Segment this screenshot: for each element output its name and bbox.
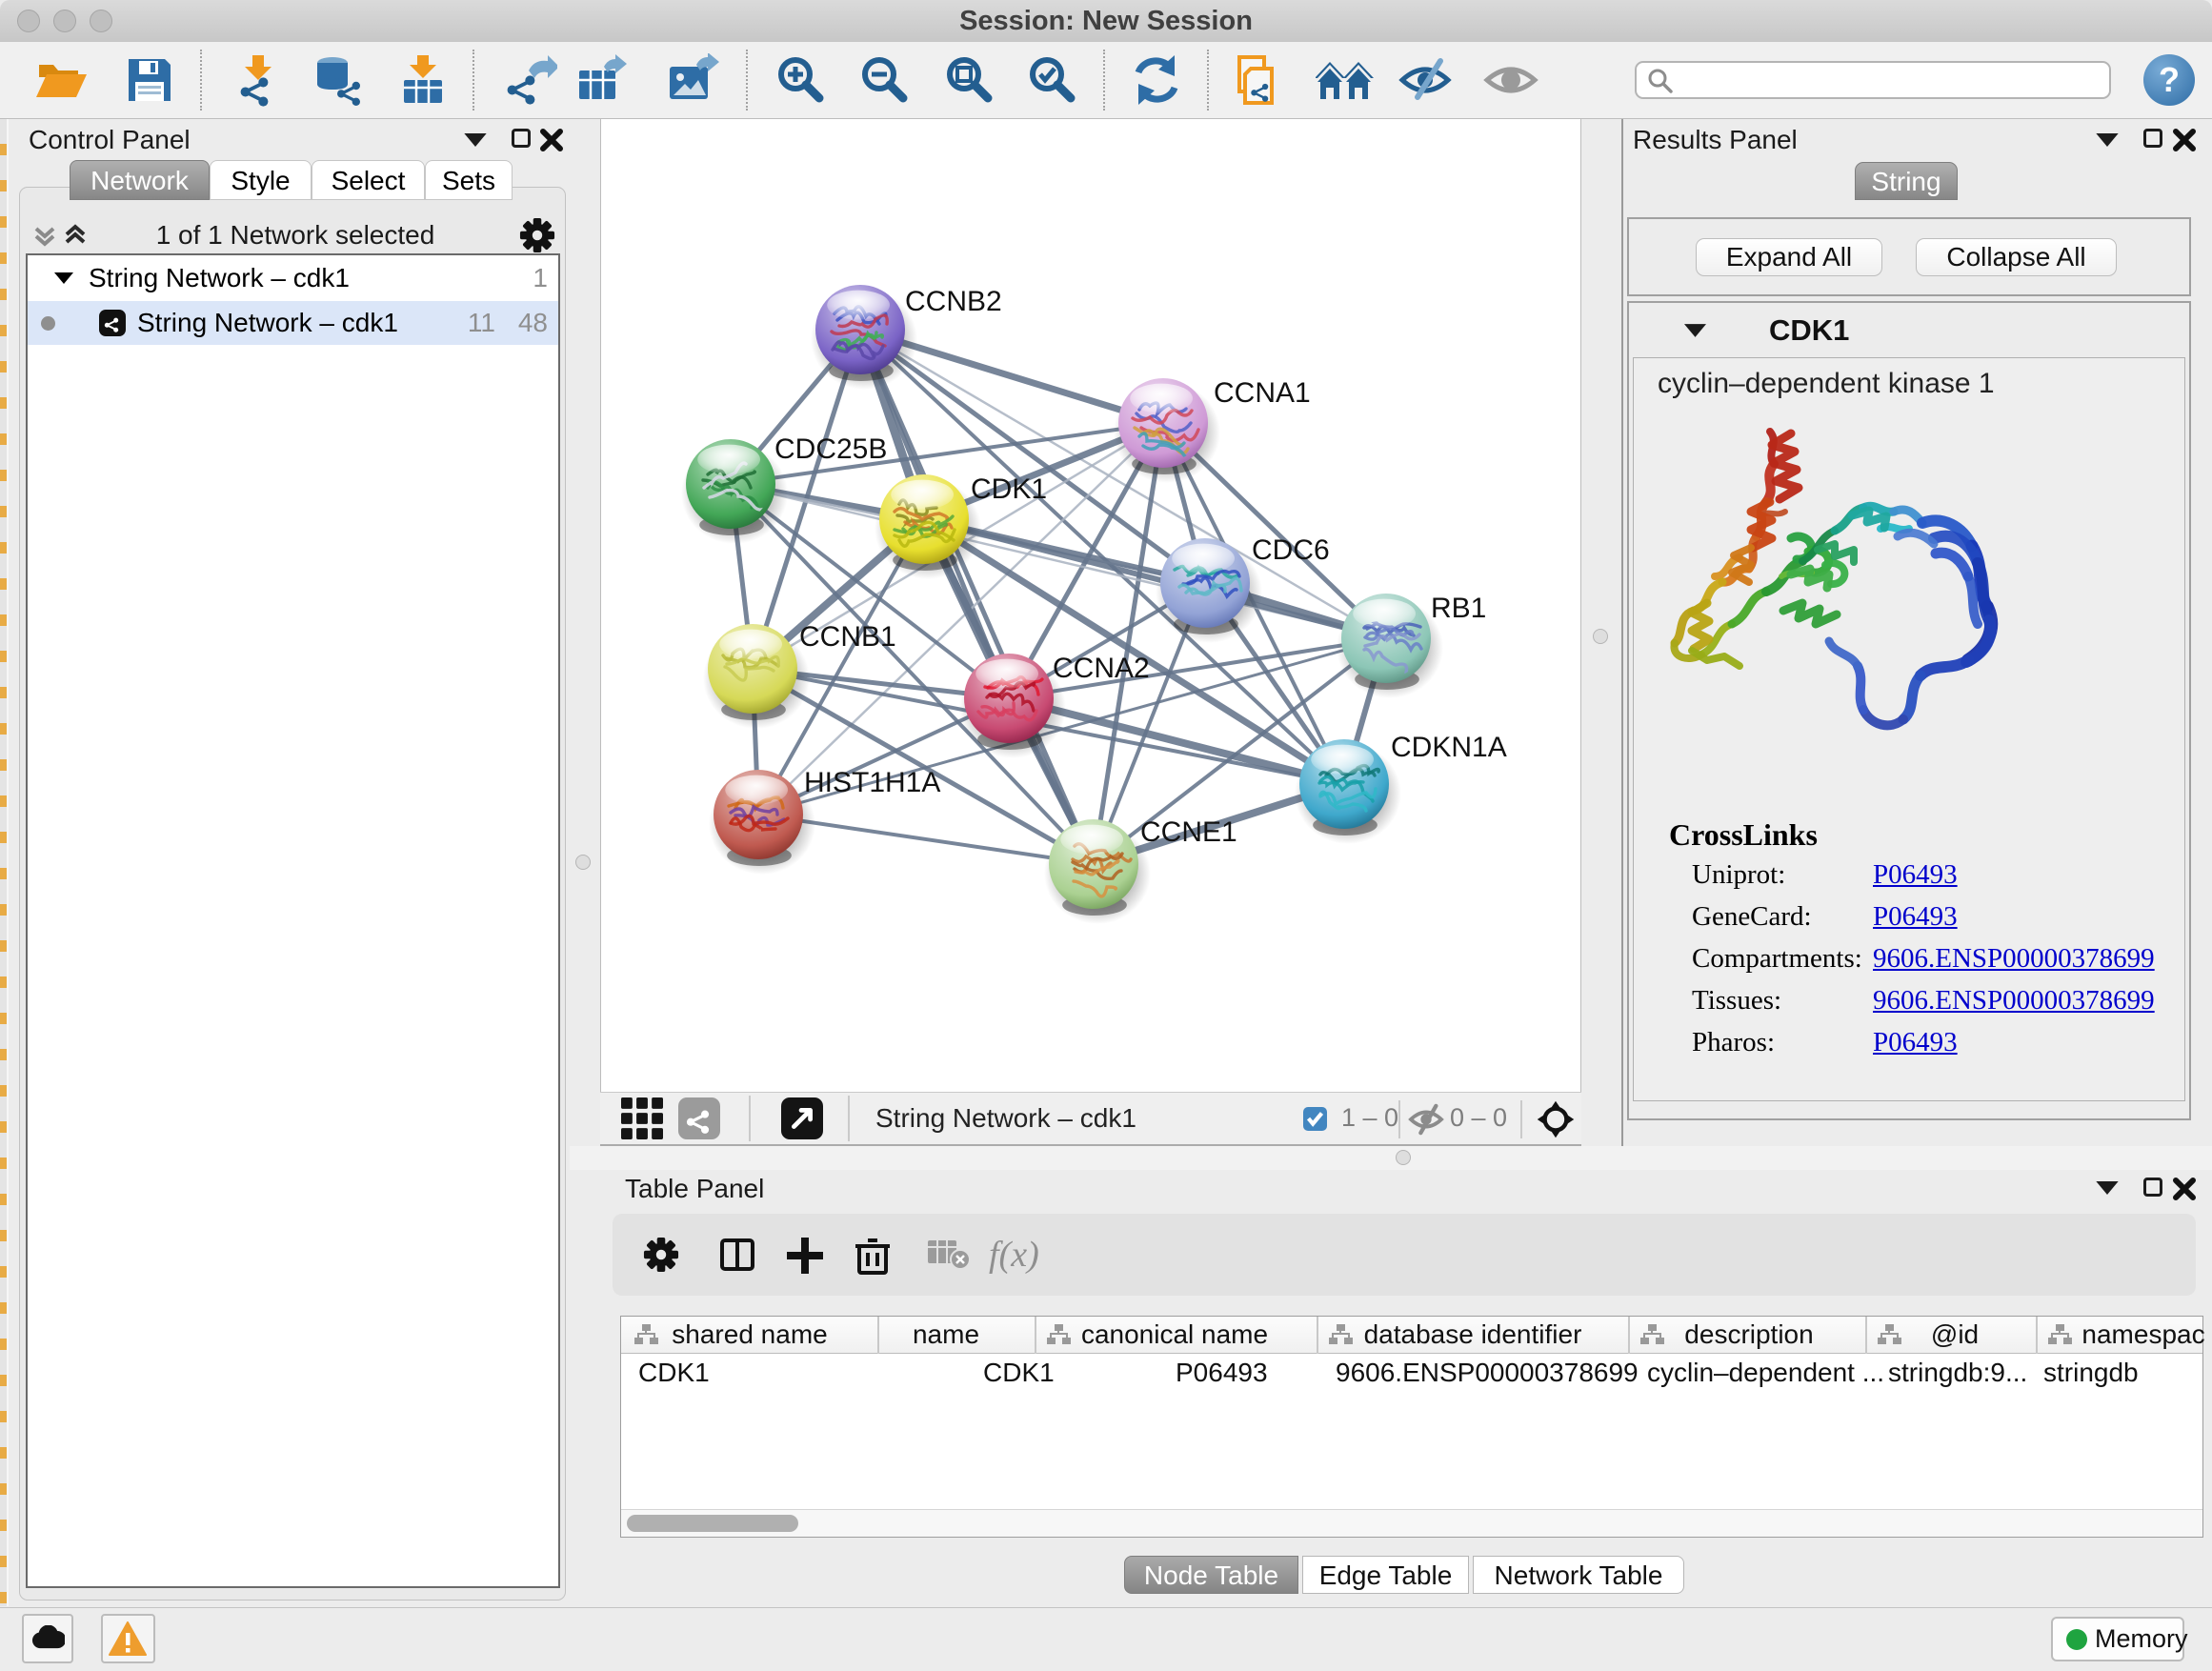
svg-text:CCNB2: CCNB2 bbox=[905, 286, 1002, 317]
svg-text:HIST1H1A: HIST1H1A bbox=[804, 767, 940, 798]
svg-text:CCNB1: CCNB1 bbox=[799, 621, 896, 653]
svg-text:CDKN1A: CDKN1A bbox=[1391, 732, 1507, 763]
svg-text:CDK1: CDK1 bbox=[971, 473, 1047, 505]
svg-text:RB1: RB1 bbox=[1431, 593, 1486, 624]
svg-text:CCNA2: CCNA2 bbox=[1053, 653, 1150, 684]
svg-text:CCNE1: CCNE1 bbox=[1140, 816, 1237, 848]
svg-text:CCNA1: CCNA1 bbox=[1214, 377, 1311, 409]
svg-text:CDC25B: CDC25B bbox=[774, 433, 887, 465]
svg-text:CDC6: CDC6 bbox=[1252, 534, 1330, 566]
